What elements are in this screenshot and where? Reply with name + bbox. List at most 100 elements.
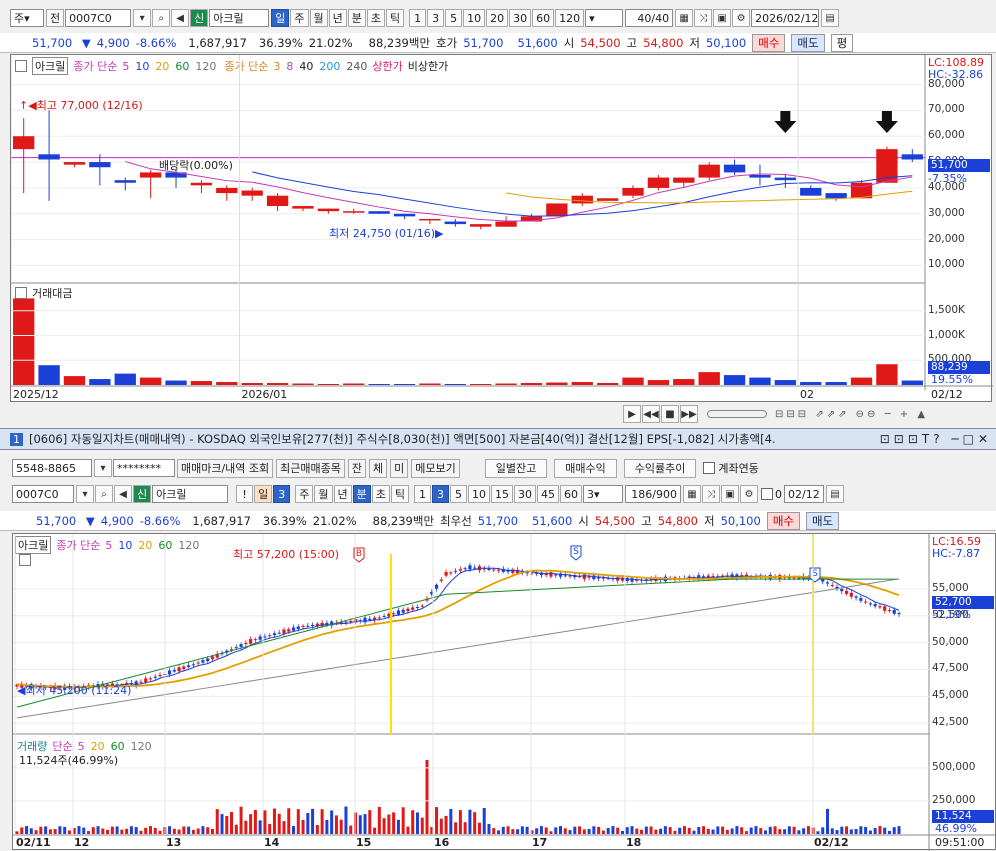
linked-checkbox[interactable] [703,462,716,474]
account-action-button-3[interactable]: 체 [369,458,388,478]
flat-button[interactable]: 평 [830,33,854,52]
tab-selector[interactable]: 주 ▾ [10,9,44,27]
bottom-interval-button-1[interactable]: 3 [432,485,449,503]
grid-icon[interactable]: ▦ [683,485,701,503]
gear-icon[interactable]: ⚙ [732,9,751,27]
account-input[interactable]: 5548-8865 [12,459,92,477]
bottom-interval-button-0[interactable]: 1 [414,485,431,503]
stop-icon[interactable]: ■ [661,405,679,423]
calendar-icon[interactable]: ▤ [821,9,840,27]
account-action-button-4[interactable]: 미 [390,458,409,478]
top-interval-button-3[interactable]: 10 [463,9,486,27]
volume-bar [91,827,95,834]
top-interval-button-2[interactable]: 5 [445,9,463,27]
account-view-button-0[interactable]: 일별잔고 [484,458,548,478]
top-period-button-6[interactable]: 틱 [386,9,405,27]
bottom-interval-button-6[interactable]: 45 [537,485,559,503]
count-input[interactable]: 186/900 [625,485,681,503]
sell-button[interactable]: 매도 [791,33,825,52]
top-period-button-3[interactable]: 년 [328,9,347,27]
last-icon[interactable]: ▶▶ [680,405,698,423]
top-candle-chart[interactable] [11,55,993,403]
tick-select[interactable]: 3 ▾ [583,485,623,503]
account-dropdown-icon[interactable]: ▾ [94,459,112,477]
top-period-button-4[interactable]: 분 [347,9,366,27]
date-input[interactable]: 02/12 [784,485,824,503]
bottom-period-button-3[interactable]: 분 [352,485,371,503]
volume-bar [845,826,849,834]
settings-icon[interactable] [15,287,27,299]
buy-button[interactable]: 매수 [752,33,786,52]
candle-body [468,565,472,570]
gear-icon[interactable]: ⚙ [740,485,758,503]
date-input[interactable]: 2026/02/12 [751,9,820,27]
top-period-button-0[interactable]: 일 [271,9,290,27]
bottom-period-button-0[interactable]: 주 [295,485,314,503]
bottom-period-button-4[interactable]: 초 [371,485,390,503]
candle-body [296,626,300,630]
first-icon[interactable]: ◀◀ [642,405,660,423]
volume-bar [563,828,567,834]
top-interval-button-0[interactable]: 1 [409,9,427,27]
top-period-button-2[interactable]: 월 [309,9,328,27]
account-action-button-1[interactable]: 최근매매종목 [276,458,345,478]
grid-icon[interactable]: ▦ [675,9,694,27]
day-button[interactable]: 일 [254,485,273,503]
candle-body [249,639,253,644]
account-action-button-2[interactable]: 잔 [347,458,367,478]
bottom-interval-button-7[interactable]: 60 [560,485,582,503]
blank-select[interactable]: ▾ [585,9,624,27]
volume-bar [687,827,691,834]
stock-code-input[interactable]: 0007C0 [65,9,132,27]
volume-rate: 19.55% [931,373,973,386]
dropdown-icon[interactable]: ▾ [133,9,152,27]
count-input[interactable]: 40/40 [625,9,674,27]
top-interval-button-4[interactable]: 20 [486,9,509,27]
search-icon[interactable]: ⌕ [152,9,171,27]
price-axis-label: 30,000 [928,206,965,219]
sell-button[interactable]: 매도 [805,511,840,530]
bottom-tick-chart[interactable]: B SS [13,534,996,851]
bottom-period-button-1[interactable]: 월 [314,485,333,503]
top-interval-button-6[interactable]: 60 [532,9,555,27]
speaker-icon[interactable]: ◀ [171,9,190,27]
bottom-period-button-2[interactable]: 년 [333,485,352,503]
top-interval-button-7[interactable]: 120 [555,9,585,27]
bottom-interval-button-2[interactable]: 5 [450,485,467,503]
candle-body [419,218,441,221]
top-period-button-1[interactable]: 주 [290,9,309,27]
buy-button[interactable]: 매수 [766,511,800,530]
alert-button[interactable]: ! [236,485,254,503]
top-period-button-5[interactable]: 초 [366,9,385,27]
volume-bar [892,827,896,834]
day-num-button[interactable]: 3 [273,485,291,503]
bottom-interval-button-3[interactable]: 10 [468,485,490,503]
stock-code-input[interactable]: 0007C0 [12,485,74,503]
account-action-button-5[interactable]: 메모보기 [411,458,460,478]
bottom-period-button-5[interactable]: 틱 [390,485,409,503]
calendar-icon[interactable]: ▤ [826,485,844,503]
draw-icon[interactable]: ⤨ [694,9,713,27]
top-interval-button-1[interactable]: 3 [427,9,445,27]
bottom-interval-button-4[interactable]: 15 [491,485,513,503]
top-interval-button-5[interactable]: 30 [509,9,532,27]
save-icon[interactable]: ▣ [713,9,732,27]
chart-tools[interactable]: ⊟⊟⊟ ⇗⇗⇗ ⊖⊖ ─ + ▲ [775,409,928,420]
low-text: 최저 45,200 (11:24) [25,684,132,697]
search-icon[interactable]: ⌕ [95,485,113,503]
entry-button[interactable]: 전 [46,9,65,27]
scrollbar[interactable] [707,410,767,418]
bottom-interval-button-5[interactable]: 30 [514,485,536,503]
scroll-right-icon[interactable]: ▶ [623,405,641,423]
account-view-button-1[interactable]: 매매수익 [554,458,617,478]
dropdown-icon[interactable]: ▾ [76,485,94,503]
account-view-button-2[interactable]: 수익률추이 [623,458,697,478]
account-action-button-0[interactable]: 매매마크/내역 조회 [177,458,274,478]
trade-mark-letter: B [356,549,362,559]
window-controls[interactable]: ⊡⊡⊡T? ─□✕ [880,432,996,446]
draw-icon[interactable]: ⤨ [702,485,720,503]
zero-checkbox[interactable] [761,488,773,500]
speaker-icon[interactable]: ◀ [114,485,132,503]
save-icon[interactable]: ▣ [721,485,739,503]
password-input[interactable]: ******** [113,459,175,477]
